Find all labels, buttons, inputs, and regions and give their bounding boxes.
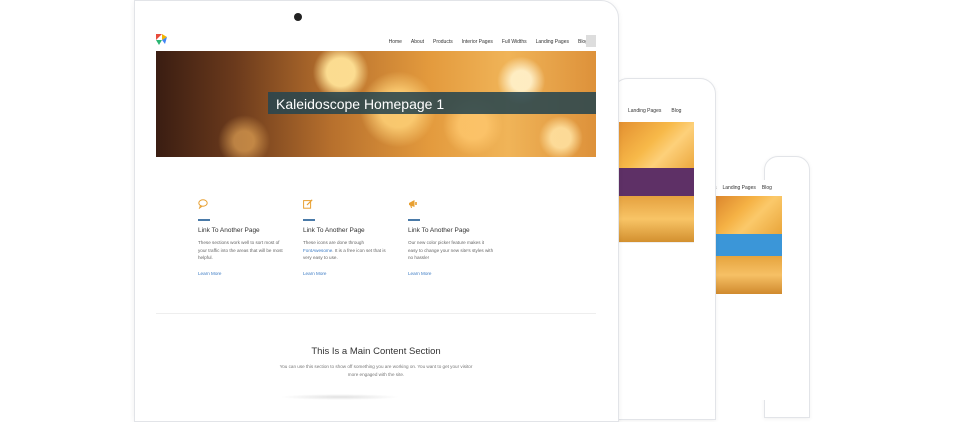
hero-title: Kaleidoscope Homepage 1 — [276, 96, 445, 112]
phone-nav-item[interactable]: Landing Pages — [723, 185, 756, 191]
learn-more-link[interactable]: Learn More — [303, 271, 327, 276]
feature-rule — [198, 219, 210, 221]
desktop-screen: Home About Products Interior Pages Full … — [156, 32, 596, 400]
feature-rule — [408, 219, 420, 221]
nav-item-full-widths[interactable]: Full Widths — [502, 39, 527, 45]
phone-hero-image — [712, 196, 782, 234]
feature-body: These sections work well to sort most of… — [198, 240, 283, 261]
feature-body: These icons are done through FontAwesome… — [303, 239, 389, 262]
main-section-title: This Is a Main Content Section — [311, 346, 441, 357]
tablet-screen: Landing Pages Blog — [616, 100, 694, 400]
feature-body-text: These icons are done through — [303, 240, 365, 245]
nav-item-about[interactable]: About — [411, 39, 424, 45]
phone-hero-image — [712, 256, 782, 294]
tablet-hero-image — [616, 122, 694, 168]
tablet-color-band — [616, 168, 694, 196]
bottom-shadow — [280, 394, 400, 400]
nav-toggle-button[interactable] — [586, 35, 596, 47]
section-divider — [156, 313, 596, 314]
fontawesome-link[interactable]: FontAwesome — [303, 248, 332, 253]
learn-more-link[interactable]: Learn More — [198, 271, 222, 276]
tablet-nav-item[interactable]: Blog — [671, 108, 681, 114]
tablet-nav-item[interactable]: Landing Pages — [628, 108, 661, 114]
phone-nav: s Landing Pages Blog — [712, 180, 782, 196]
phone-nav-item[interactable]: Blog — [762, 185, 772, 191]
hero-banner: Kaleidoscope Homepage 1 — [156, 51, 596, 157]
nav-item-home[interactable]: Home — [389, 39, 402, 45]
nav-item-products[interactable]: Products — [433, 39, 453, 45]
feature-card: Link To Another Page These sections work… — [198, 196, 284, 280]
feature-body: Our new color picker feature makes it ea… — [408, 240, 494, 261]
top-nav: Home About Products Interior Pages Full … — [156, 32, 596, 52]
tablet-hero-image — [616, 196, 694, 242]
feature-title: Link To Another Page — [408, 227, 470, 234]
feature-rule — [303, 219, 315, 221]
feature-title: Link To Another Page — [198, 227, 260, 234]
feature-title: Link To Another Page — [303, 227, 365, 234]
learn-more-link[interactable]: Learn More — [408, 271, 432, 276]
edit-icon — [303, 199, 313, 209]
megaphone-icon — [409, 200, 417, 208]
main-section-body: You can use this section to show off som… — [279, 364, 473, 377]
nav-item-landing-pages[interactable]: Landing Pages — [536, 39, 569, 45]
feature-card: Link To Another Page These icons are don… — [303, 196, 389, 280]
camera-dot — [294, 13, 302, 21]
tablet-divider — [616, 242, 694, 243]
nav-item-interior-pages[interactable]: Interior Pages — [462, 39, 493, 45]
feature-card: Link To Another Page Our new color picke… — [408, 196, 494, 280]
phone-color-band — [712, 234, 782, 256]
tablet-nav: Landing Pages Blog — [616, 100, 694, 122]
phone-screen: s Landing Pages Blog — [712, 180, 782, 400]
nav-menu: Home About Products Interior Pages Full … — [389, 32, 588, 51]
speech-bubble-icon — [198, 199, 208, 210]
kaleidoscope-logo-icon[interactable] — [156, 34, 168, 46]
